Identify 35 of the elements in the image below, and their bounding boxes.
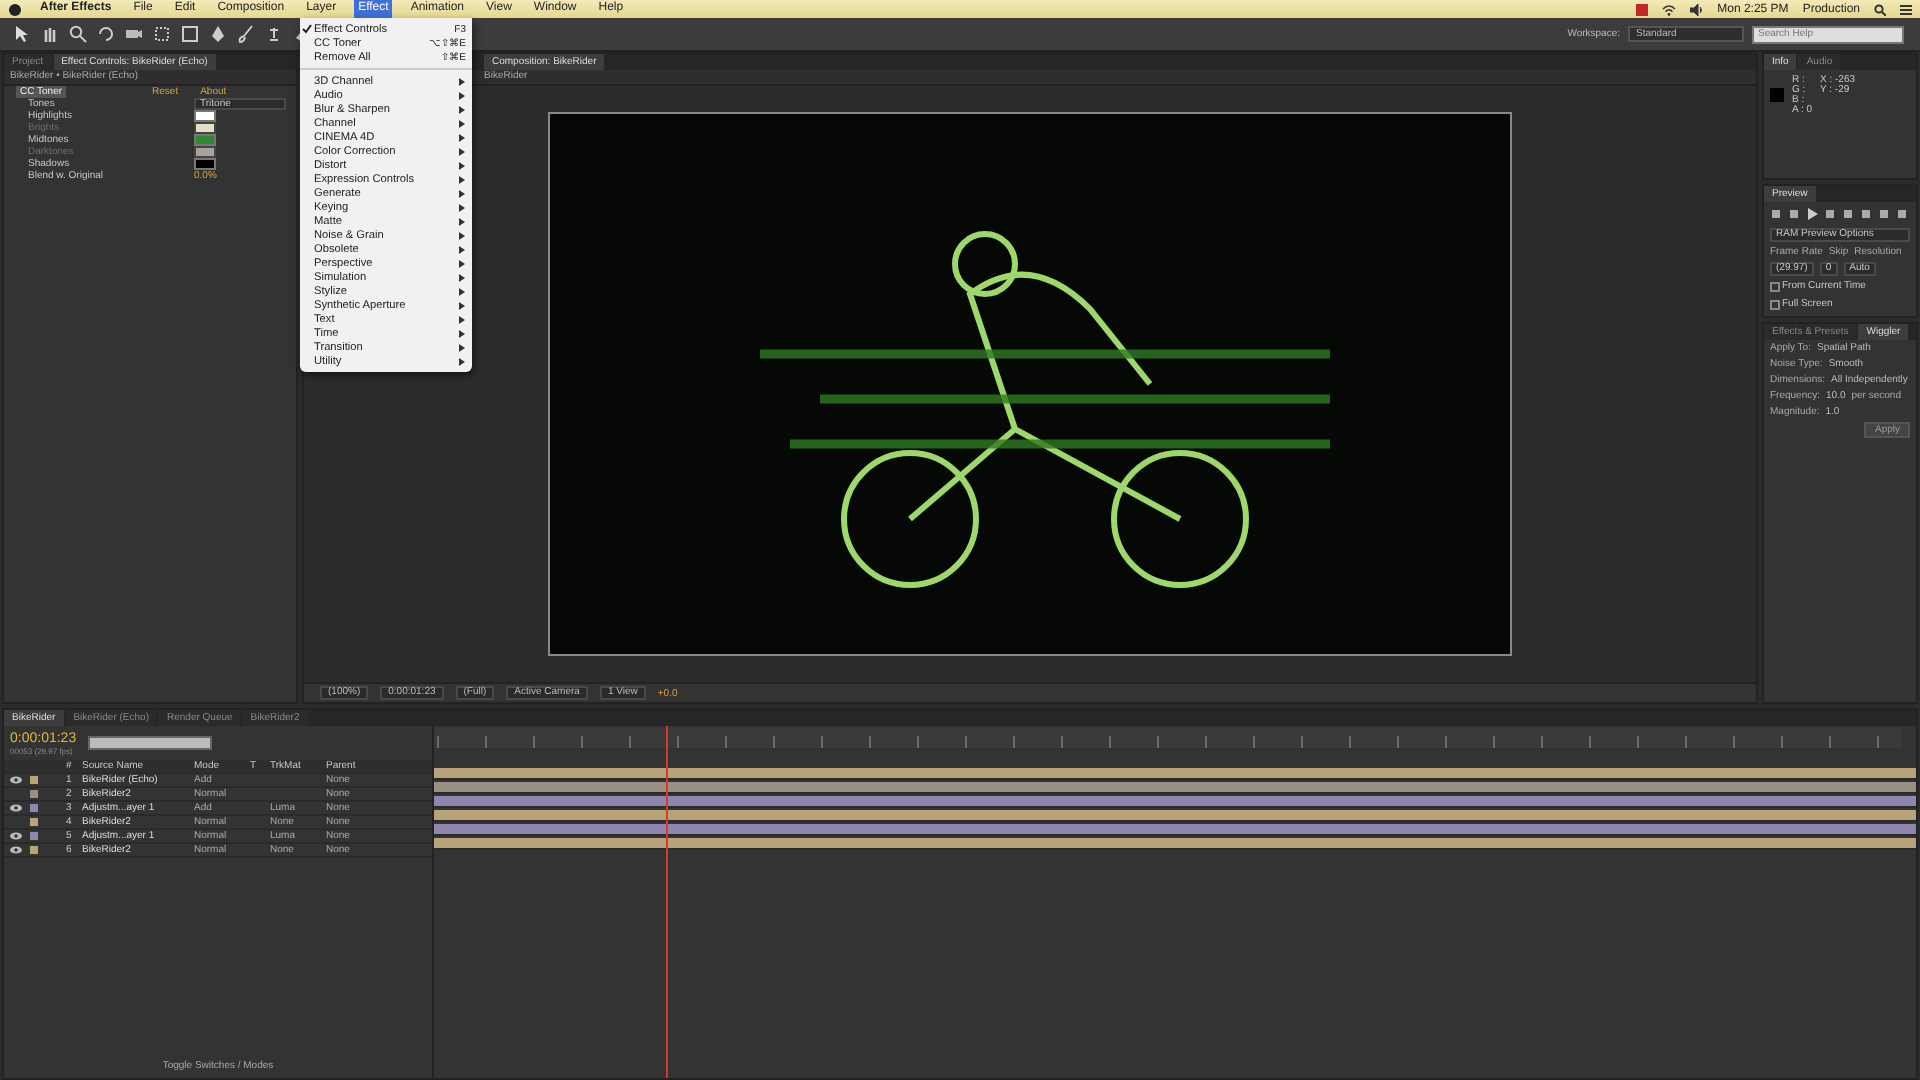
layer-duration-bar[interactable] [434, 823, 1916, 833]
search-icon[interactable] [68, 24, 88, 44]
rotate-icon[interactable] [96, 24, 116, 44]
label-color-chip[interactable] [30, 790, 38, 798]
label-color-chip[interactable] [30, 846, 38, 854]
layer-duration-bar[interactable] [434, 767, 1916, 777]
label-color-chip[interactable] [30, 776, 38, 784]
color-swatch[interactable] [194, 158, 216, 170]
eye-icon[interactable] [10, 776, 22, 784]
play-icon[interactable] [1806, 208, 1818, 220]
search-field[interactable] [88, 736, 213, 750]
selection-arrow-icon[interactable] [12, 24, 32, 44]
record-icon[interactable] [1635, 3, 1648, 15]
search-icon[interactable] [1874, 3, 1886, 15]
wifi-icon[interactable] [1661, 3, 1676, 15]
logo-icon[interactable] [8, 2, 22, 16]
layer-duration-bar[interactable] [434, 781, 1916, 791]
mask-icon[interactable] [180, 24, 200, 44]
eye-icon[interactable] [10, 804, 22, 812]
color-swatch[interactable] [194, 110, 216, 122]
brush-icon[interactable] [236, 24, 256, 44]
color-swatch [1770, 88, 1784, 102]
eye-icon[interactable] [10, 846, 22, 854]
label-color-chip[interactable] [30, 832, 38, 840]
eye-icon[interactable] [10, 832, 22, 840]
layer-duration-bar[interactable] [434, 795, 1916, 805]
label-color-chip[interactable] [30, 818, 38, 826]
pen-icon[interactable] [208, 24, 228, 44]
camera-icon[interactable] [124, 24, 144, 44]
layer-duration-bar[interactable] [434, 837, 1916, 847]
layer-duration-bar[interactable] [434, 809, 1916, 819]
label-color-chip[interactable] [30, 804, 38, 812]
color-swatch[interactable] [194, 134, 216, 146]
speaker-icon[interactable] [1689, 3, 1704, 15]
menu-icon[interactable] [1900, 3, 1912, 15]
